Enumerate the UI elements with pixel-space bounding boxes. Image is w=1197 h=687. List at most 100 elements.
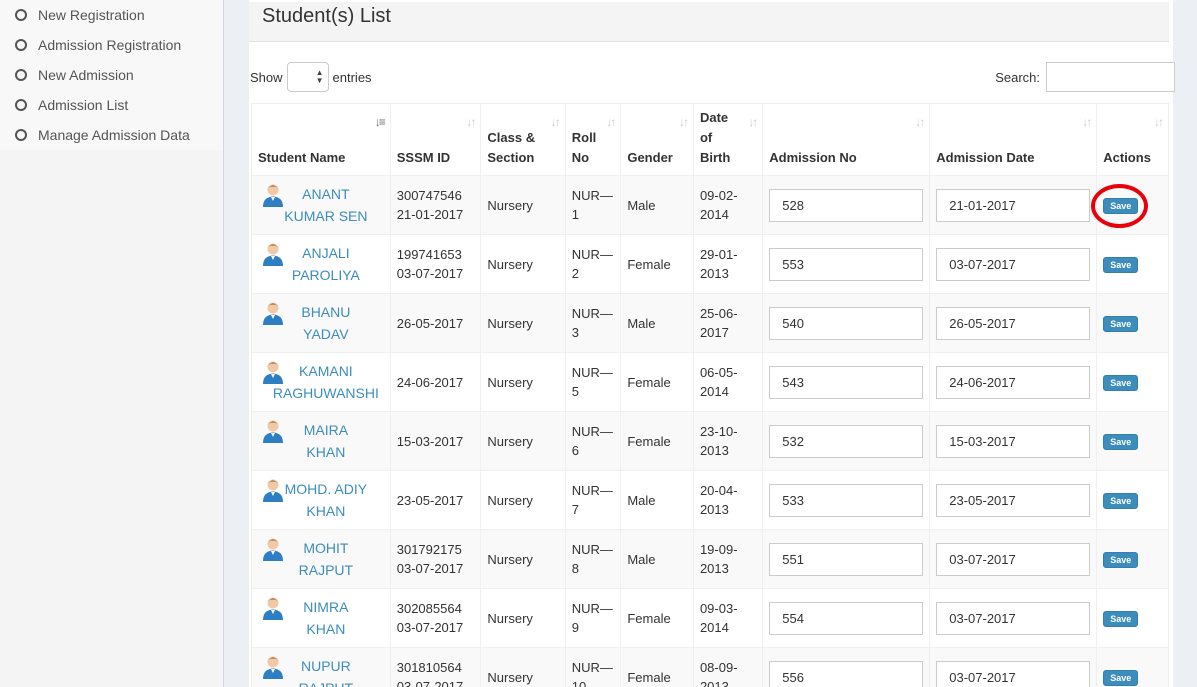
sort-icon: ↓↑	[550, 115, 561, 129]
student-list-box: Student(s) List Show ▲ ▼ entries Search: …	[249, 0, 1175, 687]
admission-no-input[interactable]: 532	[769, 424, 924, 458]
admission-date-cell: 23-05-2017	[929, 470, 1098, 530]
table-row: MOHIT RAJPUT 301792175 03-07-2017 Nursery …	[251, 529, 1169, 589]
class-cell: Nursery	[480, 470, 566, 530]
sidebar-item-label: Admission Registration	[38, 37, 182, 53]
admission-date-cell: 24-06-2017	[929, 352, 1098, 412]
dob-line-2: 2013	[699, 561, 729, 576]
admission-date-input[interactable]: 03-07-2017	[936, 542, 1091, 576]
sidebar-item-admission-list[interactable]: Admission List	[0, 90, 223, 120]
admission-date-input[interactable]: 03-07-2017	[936, 601, 1091, 635]
dob-cell: 29-01- 2013	[692, 234, 764, 294]
column-header-gender[interactable]: ↓↑ Gender	[620, 103, 694, 176]
admission-date-input[interactable]: 15-03-2017	[936, 424, 1091, 458]
admission-no-input[interactable]: 556	[769, 660, 924, 687]
dob-line-2: 2013	[699, 443, 729, 458]
admission-date-input[interactable]: 26-05-2017	[936, 306, 1091, 340]
student-name-cell: ANJALI PAROLIYA	[251, 234, 391, 294]
gender-cell: Female	[620, 234, 694, 294]
sidebar-item-new-registration[interactable]: New Registration	[0, 0, 223, 30]
admission-no-input[interactable]: 551	[769, 542, 924, 576]
save-button[interactable]: Save	[1103, 315, 1139, 332]
dob-line-2: 2014	[699, 620, 729, 635]
column-header-sssm-id[interactable]: ↓↑ SSSM ID	[389, 103, 482, 176]
save-button[interactable]: Save	[1103, 669, 1139, 686]
dob-line-2: 2017	[699, 325, 729, 340]
admission-no-input[interactable]: 543	[769, 365, 924, 399]
entries-select[interactable]: ▲ ▼	[286, 62, 329, 92]
admission-no-input[interactable]: 553	[769, 247, 924, 281]
admission-no-input[interactable]: 528	[769, 188, 924, 222]
dob-cell: 20-04- 2013	[692, 470, 764, 530]
header-label: of	[699, 130, 713, 145]
admission-no-cell: 553	[762, 234, 931, 294]
sssm-id-cell: 23-05-2017	[389, 470, 482, 530]
student-avatar-icon	[263, 479, 283, 502]
roll-line-1: NUR—3	[571, 306, 613, 340]
student-name-cell: MAIRA KHAN	[251, 411, 391, 471]
gender-cell: Male	[620, 529, 694, 589]
save-button[interactable]: Save	[1103, 492, 1139, 509]
admission-no-input[interactable]: 554	[769, 601, 924, 635]
header-label: Gender	[627, 150, 673, 165]
gender-value: Female	[627, 374, 671, 390]
class-cell: Nursery	[480, 352, 566, 412]
class-value: Nursery	[487, 315, 533, 331]
name-line-2: RAJPUT	[299, 680, 353, 687]
sidebar-item-admission-registration[interactable]: Admission Registration	[0, 30, 223, 60]
column-header-admission-date[interactable]: ↓↑ Admission Date	[929, 103, 1098, 176]
save-button[interactable]: Save	[1103, 551, 1139, 568]
column-header-admission-no[interactable]: ↓↑ Admission No	[762, 103, 931, 176]
save-button[interactable]: Save	[1103, 610, 1139, 627]
gender-value: Female	[627, 669, 671, 685]
save-button[interactable]: Save	[1103, 374, 1139, 391]
admission-date-input[interactable]: 24-06-2017	[936, 365, 1091, 399]
sidebar-item-new-admission[interactable]: New Admission	[0, 60, 223, 90]
admission-no-input[interactable]: 533	[769, 483, 924, 517]
sidebar-item-manage-admission-data[interactable]: Manage Admission Data	[0, 120, 223, 150]
admission-date-input[interactable]: 23-05-2017	[936, 483, 1091, 517]
gender-value: Male	[627, 492, 656, 508]
class-value: Nursery	[487, 492, 533, 508]
name-line-2: KHAN	[306, 444, 346, 460]
main-content: Student(s) List Show ▲ ▼ entries Search: …	[225, 0, 1197, 687]
admission-date-input[interactable]: 21-01-2017	[936, 188, 1091, 222]
save-button[interactable]: Save	[1103, 256, 1139, 273]
actions-cell: Save	[1096, 647, 1169, 687]
sort-desc-icon: ↓≡	[374, 115, 386, 129]
roll-cell: NUR— 10	[564, 647, 622, 687]
table-row: MAIRA KHAN 15-03-2017 Nursery NUR—6 Femal…	[251, 411, 1169, 471]
circle-icon	[15, 99, 27, 111]
class-cell: Nursery	[480, 647, 566, 687]
admission-date-input[interactable]: 03-07-2017	[936, 247, 1091, 281]
class-value: Nursery	[487, 256, 533, 272]
sssm-line-2: 03-07-2017	[396, 620, 464, 635]
table-row: ANANT KUMAR SEN 300747546 21-01-2017 Nurse…	[251, 175, 1169, 235]
column-header-actions[interactable]: ↓↑ Actions	[1096, 103, 1169, 176]
dob-line-1: 20-04-	[699, 483, 738, 498]
admission-no-input[interactable]: 540	[769, 306, 924, 340]
gender-cell: Female	[620, 352, 694, 412]
sssm-line-1: 302085564	[396, 601, 462, 616]
column-header-roll-no[interactable]: ↓↑ Roll No	[564, 103, 622, 176]
dob-line-2: 2014	[699, 207, 729, 222]
student-avatar-icon	[263, 302, 283, 325]
name-line-2: KHAN	[306, 503, 346, 519]
class-cell: Nursery	[480, 234, 566, 294]
admission-date-input[interactable]: 03-07-2017	[936, 660, 1091, 687]
roll-cell: NUR—5	[564, 352, 622, 412]
name-line-1: NUPUR	[300, 658, 351, 674]
column-header-student-name[interactable]: ↓≡ Student Name	[251, 103, 391, 176]
roll-cell: NUR—9	[564, 588, 622, 648]
save-button[interactable]: Save	[1103, 433, 1139, 450]
dob-line-1: 19-09-	[699, 542, 738, 557]
gender-cell: Female	[620, 588, 694, 648]
admission-no-cell: 532	[762, 411, 931, 471]
roll-cell: NUR—8	[564, 529, 622, 589]
column-header-class-section[interactable]: ↓↑ Class & Section	[480, 103, 566, 176]
column-header-dob[interactable]: ↓↑ Date of Birth	[692, 103, 764, 176]
roll-line-1: NUR—6	[571, 424, 613, 458]
sidebar-item-label: New Registration	[38, 7, 145, 23]
search-input[interactable]	[1046, 62, 1175, 92]
gender-cell: Female	[620, 647, 694, 687]
